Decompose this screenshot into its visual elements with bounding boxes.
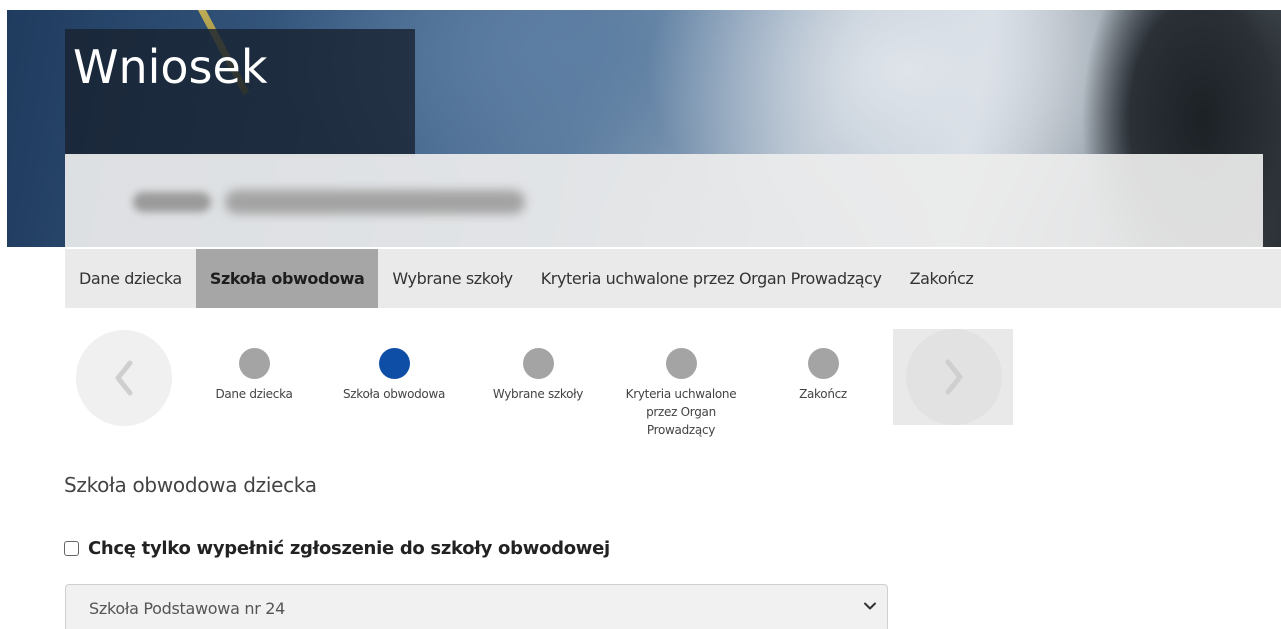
only-district-school-option: Chcę tylko wypełnić zgłoszenie do szkoły… xyxy=(64,538,610,559)
step-indicator xyxy=(522,348,554,379)
step-indicator-active xyxy=(378,348,410,379)
tab-wybrane-szkoly[interactable]: Wybrane szkoły xyxy=(378,249,526,308)
hero-banner: Wniosek xyxy=(7,10,1281,247)
redacted-text xyxy=(225,190,525,214)
step-label: Dane dziecka xyxy=(215,387,293,401)
step-szkola-obwodowa[interactable]: Szkoła obwodowa xyxy=(314,348,474,403)
tab-zakoncz[interactable]: Zakończ xyxy=(896,249,988,308)
redacted-text xyxy=(133,192,211,212)
select-value: Szkoła Podstawowa nr 24 xyxy=(89,598,286,618)
page-title: Wniosek xyxy=(73,40,268,94)
subtitle-box xyxy=(65,154,1263,247)
chevron-left-icon xyxy=(115,360,133,396)
tab-kryteria[interactable]: Kryteria uchwalone przez Organ Prowadząc… xyxy=(527,249,896,308)
chevron-right-icon xyxy=(945,359,963,395)
step-label: Szkoła obwodowa xyxy=(342,387,446,401)
step-zakoncz[interactable]: Zakończ xyxy=(743,348,903,403)
district-school-select[interactable]: Szkoła Podstawowa nr 24 xyxy=(65,584,888,629)
step-dane-dziecka[interactable]: Dane dziecka xyxy=(174,348,334,403)
step-indicator xyxy=(807,348,839,379)
step-indicator xyxy=(238,348,270,379)
step-indicator xyxy=(665,348,697,379)
only-district-school-checkbox[interactable] xyxy=(64,541,79,556)
tab-bar: Dane dziecka Szkoła obwodowa Wybrane szk… xyxy=(65,249,1281,308)
chevron-down-icon xyxy=(864,602,876,610)
step-wybrane-szkoly[interactable]: Wybrane szkoły xyxy=(458,348,618,403)
step-label: Kryteria uchwalone przez Organ Prowadząc… xyxy=(625,387,737,437)
prev-step-button[interactable] xyxy=(76,330,172,426)
tab-szkola-obwodowa[interactable]: Szkoła obwodowa xyxy=(195,249,379,308)
step-kryteria[interactable]: Kryteria uchwalone przez Organ Prowadząc… xyxy=(602,348,760,439)
tab-dane-dziecka[interactable]: Dane dziecka xyxy=(65,249,196,308)
next-step-button[interactable] xyxy=(906,329,1002,425)
checkbox-label[interactable]: Chcę tylko wypełnić zgłoszenie do szkoły… xyxy=(88,538,610,559)
next-step-area xyxy=(893,329,1013,425)
step-label: Zakończ xyxy=(799,387,847,401)
step-label: Wybrane szkoły xyxy=(492,387,584,401)
section-title: Szkoła obwodowa dziecka xyxy=(64,473,317,497)
